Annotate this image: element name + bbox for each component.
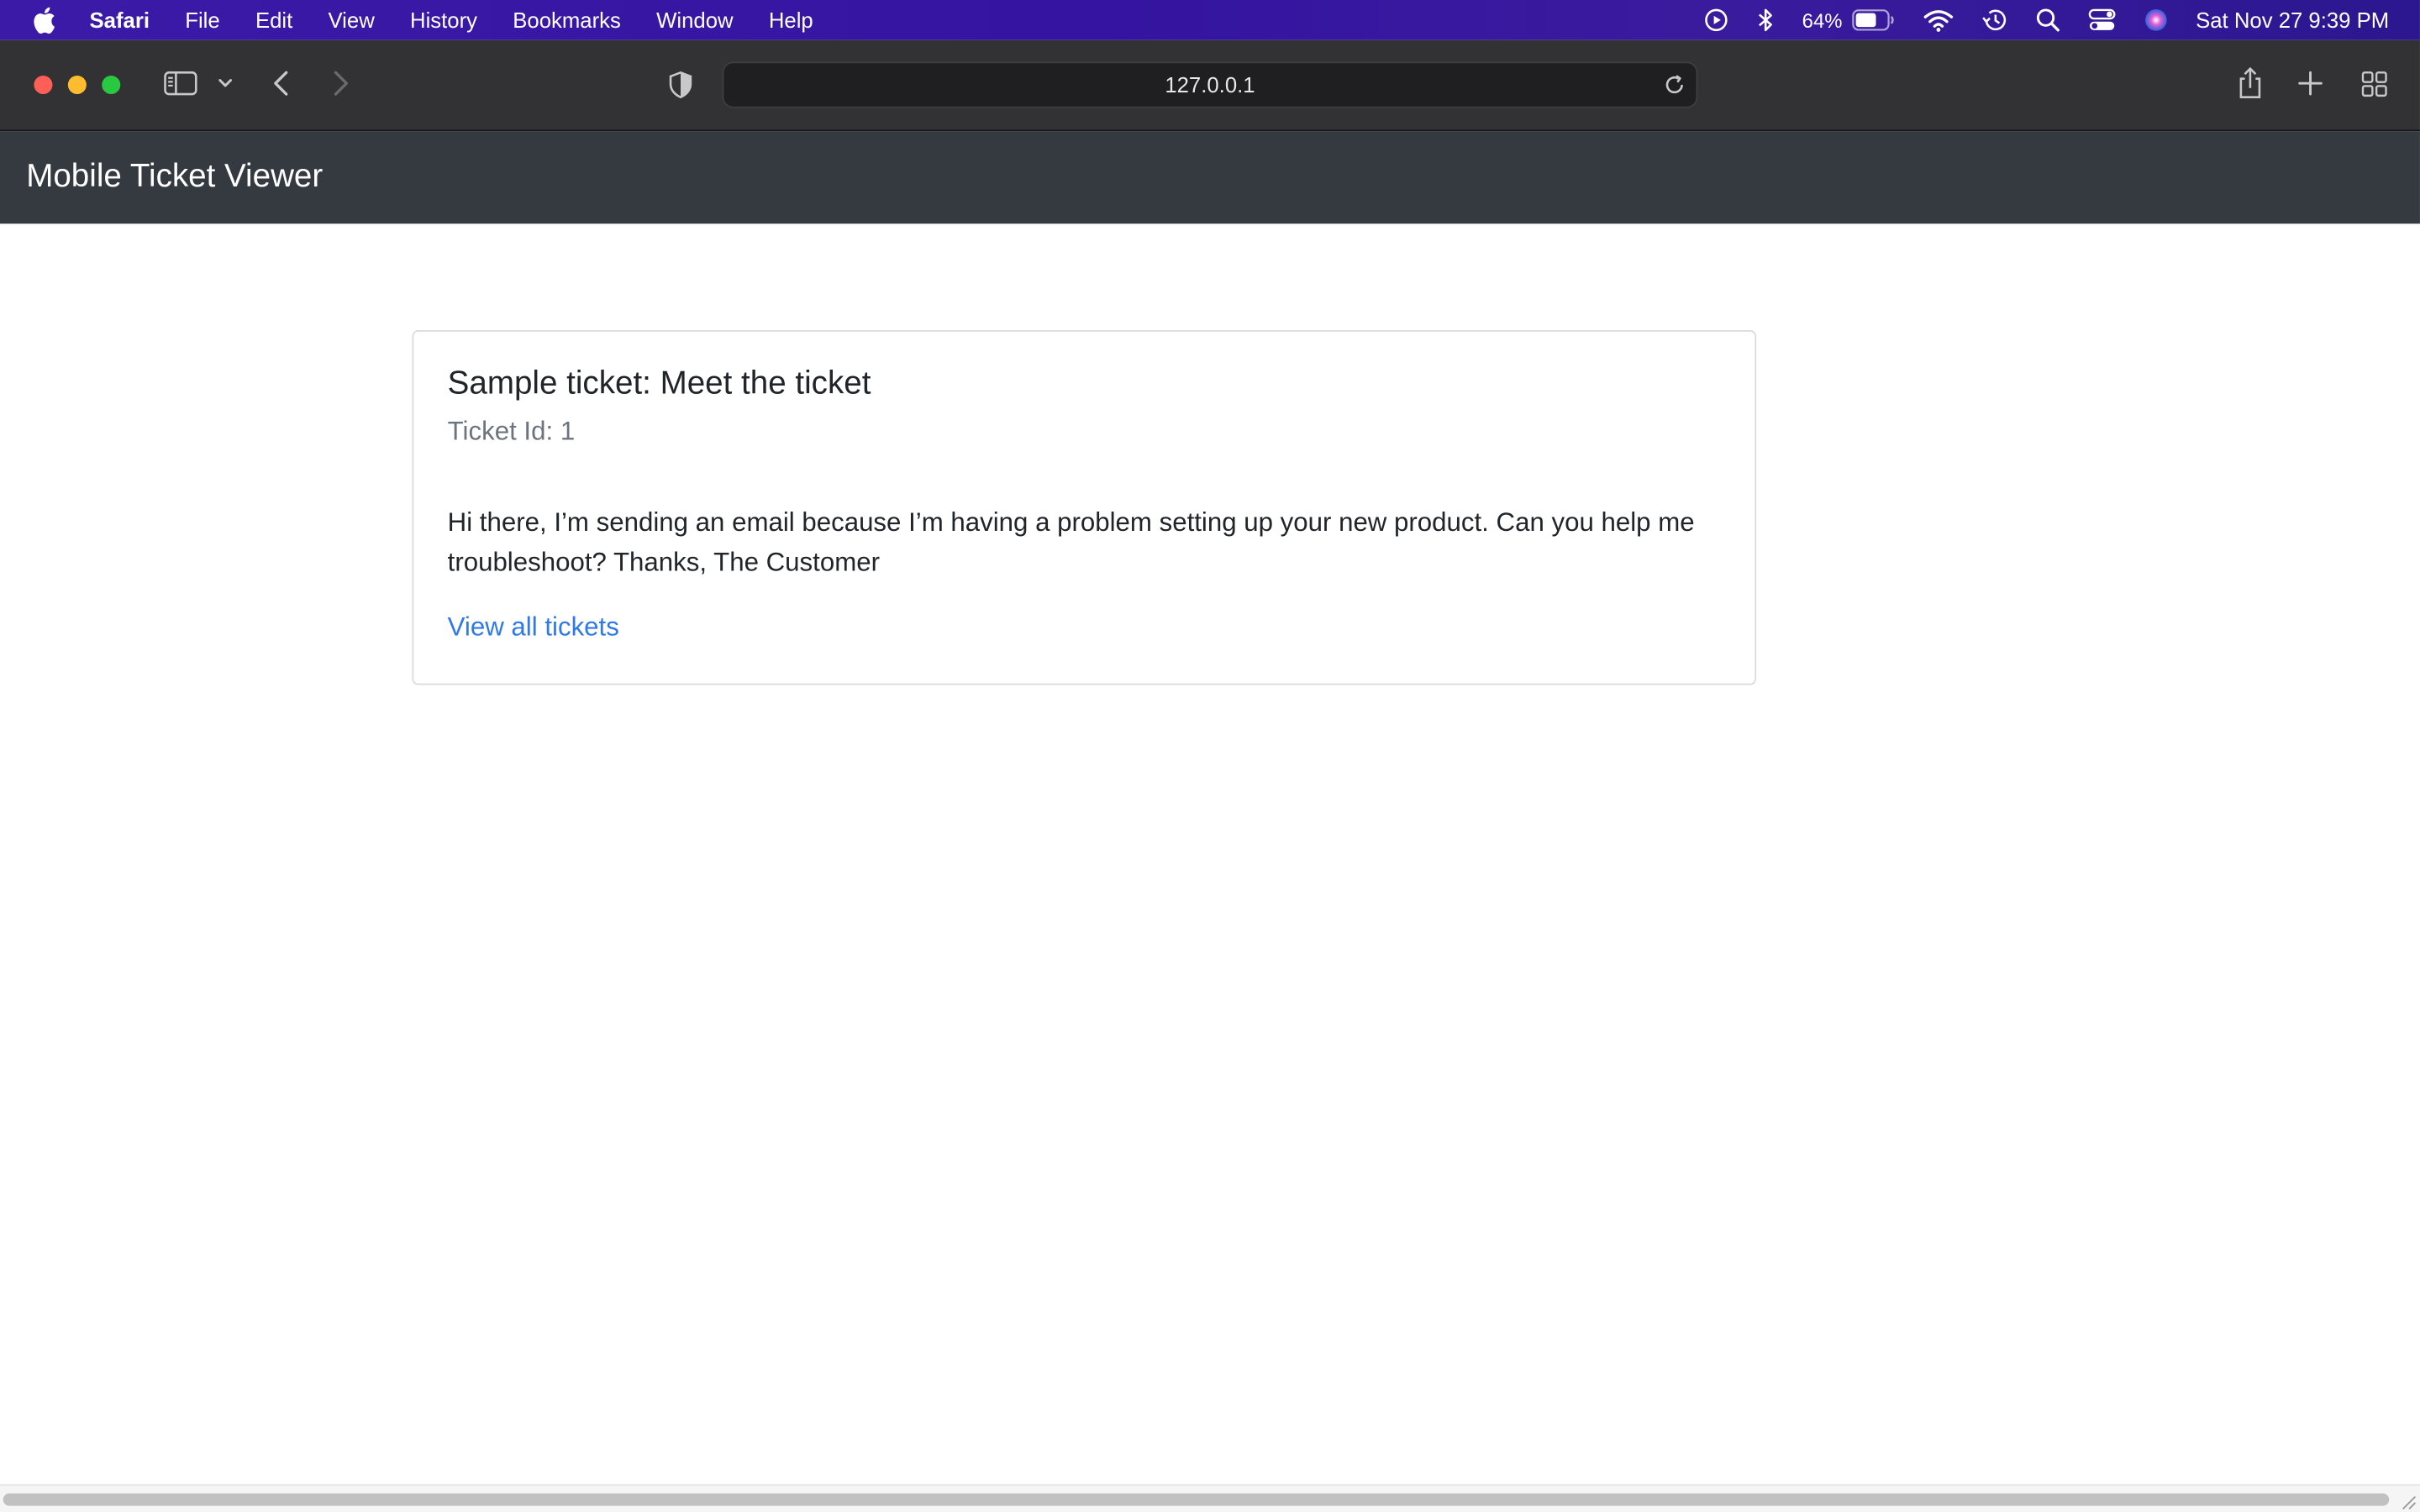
menu-view[interactable]: View: [328, 8, 374, 32]
ticket-id: Ticket Id: 1: [447, 416, 576, 446]
reload-icon[interactable]: [1662, 72, 1686, 97]
macos-menu-bar: Safari File Edit View History Bookmarks …: [0, 0, 2420, 40]
menu-clock[interactable]: Sat Nov 27 9:39 PM: [2196, 8, 2389, 32]
minimize-window-button[interactable]: [67, 75, 87, 95]
wifi-icon[interactable]: [1923, 0, 1954, 40]
screen: Safari File Edit View History Bookmarks …: [0, 0, 2420, 1512]
menu-file[interactable]: File: [185, 8, 219, 32]
zoom-window-button[interactable]: [102, 75, 121, 95]
forward-icon[interactable]: [329, 68, 353, 99]
ticket-description: Hi there, I’m sending an email because I…: [447, 507, 1695, 577]
play-circle-icon[interactable]: [1703, 0, 1728, 40]
spotlight-search-icon[interactable]: [2035, 0, 2060, 40]
chevron-down-icon[interactable]: [216, 74, 234, 92]
menu-edit[interactable]: Edit: [255, 8, 292, 32]
menu-window[interactable]: Window: [656, 8, 733, 32]
menu-help[interactable]: Help: [769, 8, 813, 32]
view-all-tickets-link[interactable]: View all tickets: [448, 612, 619, 643]
menu-app-name[interactable]: Safari: [90, 8, 150, 32]
navbar-brand[interactable]: Mobile Ticket Viewer: [26, 159, 323, 196]
scrollbar-thumb[interactable]: [3, 1493, 2390, 1506]
menu-bookmarks[interactable]: Bookmarks: [513, 8, 621, 32]
bluetooth-icon[interactable]: [1756, 0, 1775, 40]
ticket-card: Sample ticket: Meet the ticket Ticket Id…: [412, 330, 1757, 685]
privacy-shield-icon[interactable]: [666, 70, 694, 101]
siri-icon[interactable]: [2144, 0, 2168, 40]
address-bar[interactable]: 127.0.0.1: [722, 61, 1698, 108]
close-window-button[interactable]: [34, 75, 53, 95]
menu-history[interactable]: History: [410, 8, 477, 32]
new-tab-icon[interactable]: [2296, 70, 2324, 97]
ticket-title: Sample ticket: Meet the ticket: [447, 365, 871, 402]
sidebar-icon[interactable]: [164, 70, 197, 97]
battery-icon[interactable]: [1851, 0, 1894, 40]
apple-icon[interactable]: [31, 6, 55, 34]
back-icon[interactable]: [269, 68, 293, 99]
status-menus: 64% Sat Nov 27 9:39 PM: [1676, 0, 2389, 40]
battery-percent: 64%: [1802, 8, 1843, 32]
horizontal-scrollbar[interactable]: [0, 1483, 2420, 1512]
resize-corner-icon: [2398, 1490, 2417, 1509]
site-navbar: Mobile Ticket Viewer: [0, 131, 2420, 224]
control-center-icon[interactable]: [2088, 0, 2116, 40]
share-icon[interactable]: [2235, 65, 2266, 102]
browser-toolbar: 127.0.0.1: [0, 39, 2420, 132]
time-machine-icon[interactable]: [1981, 0, 2007, 40]
url-text: 127.0.0.1: [1165, 72, 1255, 97]
tab-overview-icon[interactable]: [2360, 70, 2387, 97]
